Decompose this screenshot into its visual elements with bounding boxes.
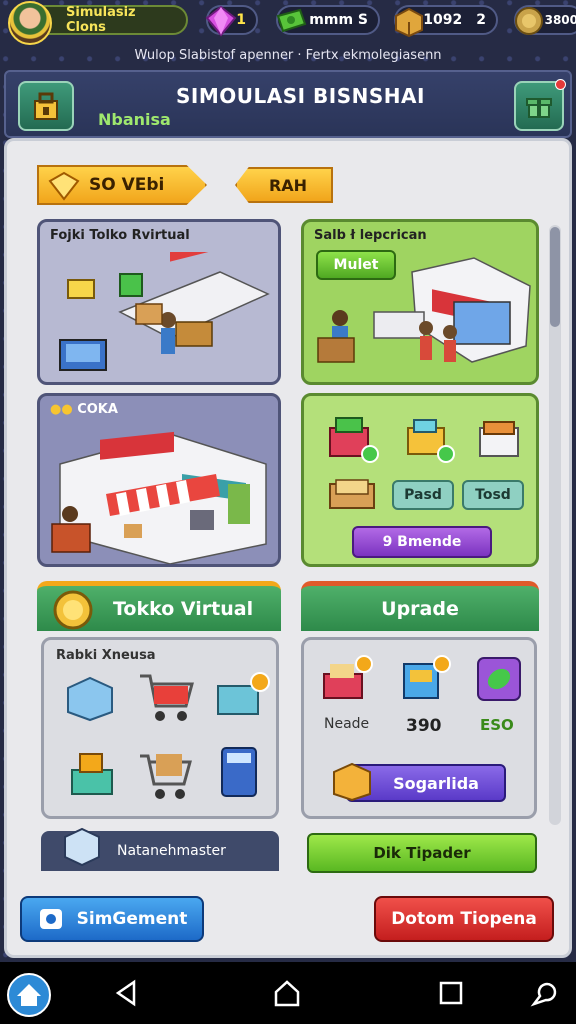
toko-title: Tokko Virtual [113,597,254,620]
box-badge-icon[interactable] [214,670,270,720]
scrollbar[interactable] [549,225,561,825]
coin-icon [53,590,93,630]
coins-pill[interactable]: 3800 [514,5,576,35]
shop-front-illustration [317,257,531,363]
upgrade-item-price-2: ESO [480,716,514,734]
gold-gem-icon [48,171,80,201]
gems-pill[interactable]: 1 [205,5,258,37]
puzzle-icon [39,909,62,929]
spend-button[interactable]: 9 Bmende [352,526,492,558]
calculator-icon[interactable] [216,744,262,800]
shop-card-label: COKA [77,402,118,417]
resource-bar: Simulasiz Clons 1 mmm S 1092 2 3800 [0,0,576,45]
toko-footer-label: Natanehmaster [117,843,226,859]
toko-sub-label: Rabki Xneusa [56,648,156,663]
shopping-cart-icon[interactable] [136,670,196,726]
player-avatar[interactable] [8,1,52,45]
close-shop-label: Dotom Tiopena [391,909,537,929]
page-subtitle: Nbanisa [98,110,171,129]
upgrade-machine-icon[interactable] [398,654,452,704]
tab-secondary[interactable]: RAH [235,167,333,203]
cash-amount: mmm S [309,12,368,28]
virtual-store-card[interactable]: Fojki Tolko Rvirtual [37,219,281,385]
item-basket-icon [479,421,519,457]
game-subtitle: Wulop Slabistof apenner · Fertx ekmolegi… [134,48,442,63]
upgrade-section-header: Uprade [301,581,539,631]
back-icon[interactable] [112,978,142,1008]
card-label: ●● COKA [50,402,118,417]
tab-active[interactable]: SO VEbi [37,165,207,205]
crates-pill[interactable]: 1092 2 [394,5,498,38]
header: SIMOULASI BISNSHAI Nbanisa [4,70,572,138]
tab-active-label: SO VEbi [89,175,165,195]
gift-button[interactable] [514,79,566,131]
coin-stack-icon: ●● [50,402,73,417]
sales-card[interactable]: Salb ł lepcrican Mulet [301,219,539,385]
upgrade-item-price: 390 [406,716,442,736]
upgrade-leaf-icon[interactable] [474,654,524,704]
assistant-icon[interactable] [528,978,558,1008]
card-label: Salb ł lepcrican [314,228,427,243]
upgrade-panel: Neade 390 ESO Sogarlida [301,637,537,819]
player-name: Simulasiz Clons [66,5,136,35]
home-icon[interactable] [272,978,302,1008]
crate-icon [64,827,100,867]
system-nav-bar [0,962,576,1024]
cash-icon [276,8,307,33]
card-label: Fojki Tolko Rvirtual [50,228,190,243]
tosd-button-label: Tosd [475,487,511,503]
crates-level: 2 [476,12,486,28]
store-scene-illustration [59,252,270,371]
upgrade-cta-label: Sogarlida [393,773,479,793]
item-bag-icon [329,417,379,463]
item-tray-icon [329,479,375,509]
storefront-illustration [51,431,267,564]
open-box-icon [333,762,371,802]
cash-pill[interactable]: mmm S [276,5,380,35]
inventory-card[interactable]: Pasd Tosd 9 Bmende [301,393,539,567]
crate-icon [395,7,423,38]
management-label: SimGement [76,909,188,929]
coins-count: 3800 [544,13,576,27]
page-title: SIMOULASI BISNSHAI [176,84,425,108]
toko-items-panel: Rabki Xneusa [41,637,279,819]
upgrade-item-label: Neade [324,716,370,732]
home-app-icon[interactable] [6,972,52,1018]
recents-icon[interactable] [436,978,466,1008]
scrollbar-thumb[interactable] [550,227,560,327]
shop-button[interactable] [18,81,74,131]
toko-footer-bar[interactable]: Natanehmaster [41,827,279,871]
box-icon[interactable] [64,674,116,722]
basket-icon[interactable] [136,746,196,802]
close-shop-button[interactable]: Dotom Tiopena [374,896,554,942]
gift-icon [526,98,552,118]
gem-icon [205,5,237,37]
register-icon[interactable] [66,750,118,800]
tab-secondary-label: RAH [268,175,308,195]
notification-dot [555,79,566,90]
spend-button-label: 9 Bmende [382,534,462,550]
main-panel: SO VEbi RAH Fojki Tolko Rvirtual Salb ł … [4,138,572,958]
item-box-icon [407,419,455,463]
buy-upgrade-button[interactable]: Dik Tipader [307,833,537,873]
player-name-pill[interactable]: Simulasiz Clons [30,5,188,35]
pasd-button[interactable]: Pasd [392,480,454,510]
tosd-button[interactable]: Tosd [462,480,524,510]
upgrade-basket-icon[interactable] [320,654,374,704]
toko-section-header: Tokko Virtual [37,581,281,631]
crates-count: 1092 [423,12,463,28]
upgrade-title: Uprade [381,597,459,620]
pasd-button-label: Pasd [404,487,442,503]
buy-upgrade-label: Dik Tipader [373,844,471,862]
management-button[interactable]: SimGement [20,896,204,942]
shop-icon [34,92,58,120]
coin-icon [515,7,543,35]
shop-card[interactable]: ●● COKA [37,393,281,567]
